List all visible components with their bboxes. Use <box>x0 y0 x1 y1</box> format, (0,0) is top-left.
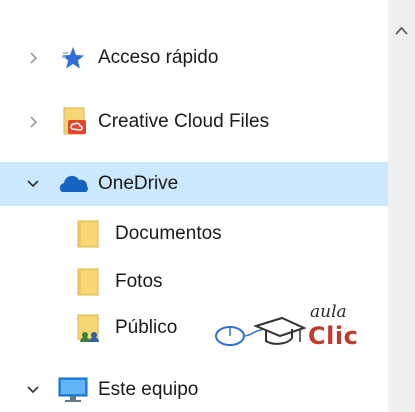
nav-item-creative-cloud-files[interactable]: Creative Cloud Files <box>0 100 388 144</box>
folder-icon <box>76 267 100 297</box>
nav-item-label: Acceso rápido <box>98 47 219 68</box>
star-icon <box>60 45 86 71</box>
nav-item-label: Fotos <box>115 271 163 292</box>
nav-item-label: Documentos <box>115 223 222 244</box>
scroll-up-arrow-icon[interactable] <box>388 18 415 44</box>
chevron-right-icon[interactable] <box>25 50 41 66</box>
shared-folder-icon <box>76 313 104 343</box>
scroll-track[interactable] <box>400 56 402 412</box>
nav-item-documentos[interactable]: Documentos <box>0 212 388 256</box>
computer-icon <box>57 376 89 404</box>
nav-item-label: Este equipo <box>98 379 199 400</box>
nav-item-label: Creative Cloud Files <box>98 111 270 132</box>
chevron-right-icon[interactable] <box>25 114 41 130</box>
watermark-clic-text: Clic <box>308 322 359 350</box>
nav-item-este-equipo[interactable]: Este equipo <box>0 368 388 412</box>
watermark-aula-text: aula <box>310 302 347 322</box>
folder-icon <box>76 219 100 249</box>
onedrive-cloud-icon <box>58 174 90 194</box>
vertical-scrollbar[interactable] <box>388 0 415 412</box>
nav-item-onedrive[interactable]: OneDrive <box>0 162 388 206</box>
nav-item-quick-access[interactable]: Acceso rápido <box>0 36 388 80</box>
aulaclic-watermark: aula Clic <box>212 300 368 356</box>
creative-cloud-folder-icon <box>62 106 88 136</box>
nav-item-label: Público <box>115 317 178 338</box>
nav-item-fotos[interactable]: Fotos <box>0 260 388 304</box>
chevron-down-icon[interactable] <box>25 382 41 398</box>
nav-item-label: OneDrive <box>98 173 179 194</box>
chevron-down-icon[interactable] <box>25 176 41 192</box>
mouse-graduation-cap-icon <box>212 314 308 355</box>
